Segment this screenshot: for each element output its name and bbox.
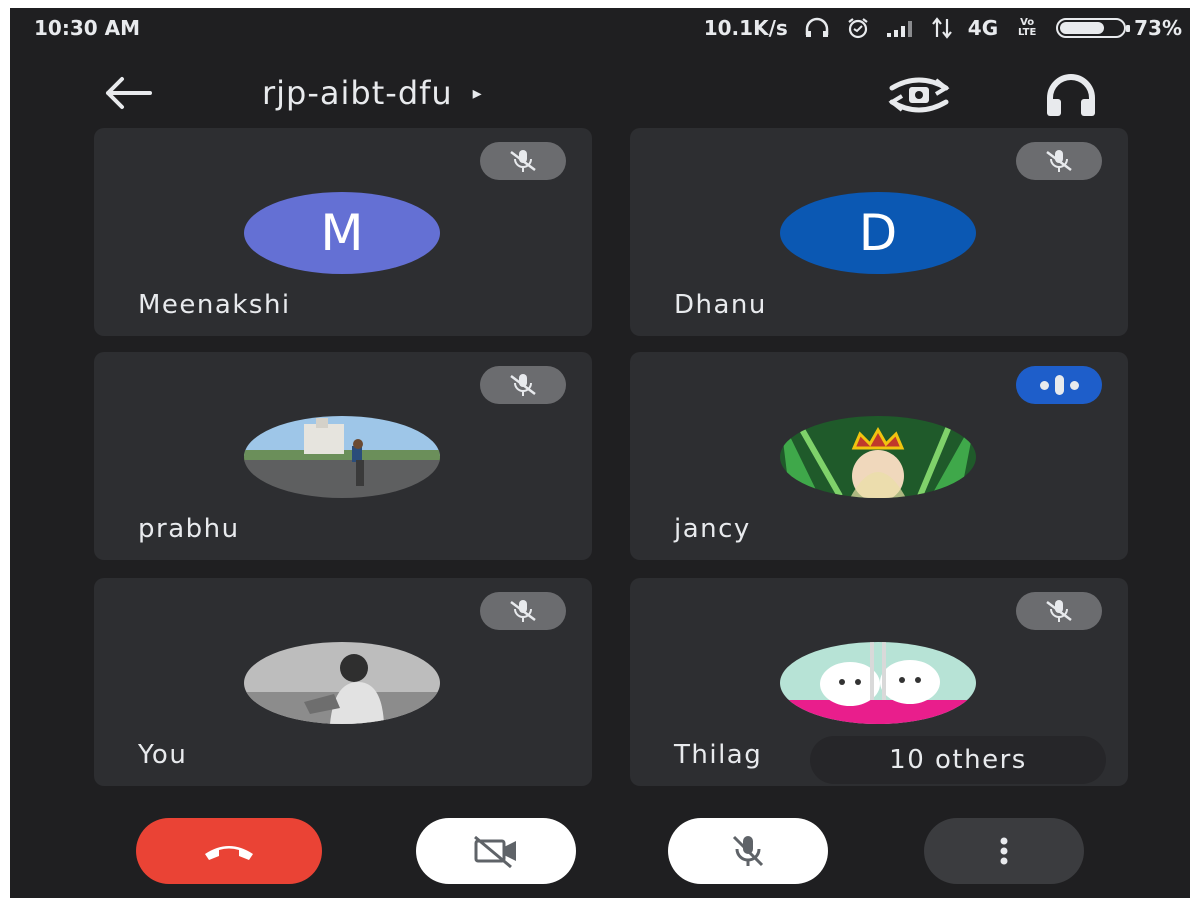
- battery-percent: 73%: [1134, 16, 1182, 40]
- videocam-off-icon: [474, 835, 516, 869]
- mic-off-badge: [480, 142, 566, 180]
- participant-name: Meenakshi: [138, 290, 291, 320]
- avatar-photo: [780, 642, 976, 724]
- participant-tile-jancy[interactable]: jancy: [630, 352, 1128, 560]
- mic-off-icon: [510, 374, 536, 396]
- participant-name: You: [138, 740, 188, 770]
- avatar-photo: [780, 416, 976, 498]
- mic-off-icon: [1046, 150, 1072, 172]
- meet-screen: 10:30 AM 10.1K/s 4G Vo LTE 73% rjp-aibt-…: [10, 8, 1190, 898]
- network-speed: 10.1K/s: [703, 16, 788, 40]
- meeting-code: rjp-aibt-dfu: [262, 74, 453, 112]
- battery-indicator: 73%: [1056, 16, 1182, 40]
- headphones-icon: [1047, 74, 1095, 116]
- avatar-photo: [244, 416, 440, 498]
- more-options-button[interactable]: [924, 818, 1084, 884]
- avatar: D: [780, 192, 976, 274]
- participant-tile-meenakshi[interactable]: M Meenakshi: [94, 128, 592, 336]
- participant-name: jancy: [674, 514, 751, 544]
- mic-off-badge: [480, 366, 566, 404]
- switch-camera-icon: [888, 77, 950, 113]
- participant-name: prabhu: [138, 514, 240, 544]
- mic-off-icon: [732, 835, 764, 867]
- call-end-icon: [205, 846, 253, 860]
- arrow-left-icon: [106, 77, 152, 109]
- signal-icon: [886, 18, 916, 38]
- others-button[interactable]: 10 others: [810, 736, 1106, 784]
- camera-toggle-button[interactable]: [416, 818, 576, 884]
- mic-off-icon: [510, 600, 536, 622]
- switch-camera-button[interactable]: [884, 68, 954, 122]
- back-button[interactable]: [98, 68, 158, 118]
- mic-off-badge: [1016, 592, 1102, 630]
- headset-status-icon: [804, 17, 830, 39]
- alarm-icon: [846, 16, 870, 40]
- participant-tile-you[interactable]: You: [94, 578, 592, 786]
- avatar-photo: [244, 642, 440, 724]
- data-arrows-icon: [931, 17, 952, 39]
- mic-off-badge: [1016, 142, 1102, 180]
- mic-toggle-button[interactable]: [668, 818, 828, 884]
- meeting-header: rjp-aibt-dfu ▸: [10, 56, 1190, 136]
- participant-name: Thilag: [674, 740, 763, 770]
- network-type: 4G: [967, 16, 999, 40]
- participant-name: Dhanu: [674, 290, 767, 320]
- speaking-indicator: [1016, 366, 1102, 404]
- audio-output-button[interactable]: [1036, 68, 1106, 122]
- more-vert-icon: [1000, 837, 1008, 865]
- participant-tile-dhanu[interactable]: D Dhanu: [630, 128, 1128, 336]
- status-icons: 10.1K/s 4G Vo LTE 73%: [704, 16, 1182, 40]
- mic-off-icon: [1046, 600, 1072, 622]
- chevron-right-icon: ▸: [472, 82, 483, 104]
- mic-off-badge: [480, 592, 566, 630]
- audio-level-icon: [1039, 380, 1049, 390]
- avatar: M: [244, 192, 440, 274]
- participant-tile-prabhu[interactable]: prabhu: [94, 352, 592, 560]
- status-bar: 10:30 AM 10.1K/s 4G Vo LTE 73%: [10, 8, 1190, 50]
- meeting-title-button[interactable]: rjp-aibt-dfu ▸: [262, 74, 483, 112]
- battery-icon: [1056, 18, 1131, 38]
- status-time: 10:30 AM: [34, 16, 141, 40]
- end-call-button[interactable]: [136, 818, 322, 884]
- mic-off-icon: [510, 150, 536, 172]
- volte-indicator: Vo LTE: [1017, 17, 1037, 38]
